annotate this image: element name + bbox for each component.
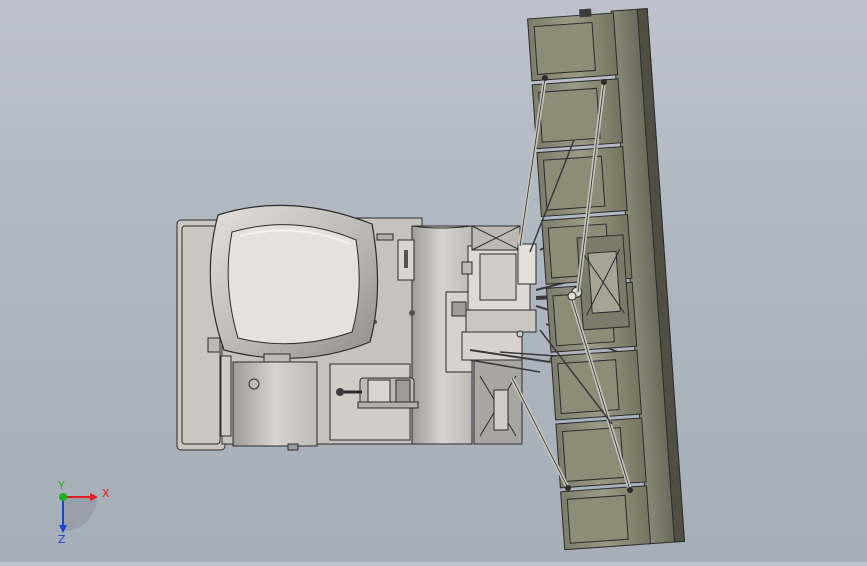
orientation-triad[interactable]: X Y Z: [57, 479, 110, 546]
y-axis-label: Y: [57, 479, 65, 492]
y-axis-marker: [59, 493, 67, 501]
model-drawing: X Y Z: [57, 8, 685, 551]
vehicle-body: [176, 204, 473, 451]
x-axis-label: X: [102, 487, 110, 500]
z-axis-label: Z: [58, 533, 66, 546]
panel-array: [527, 8, 685, 551]
cad-viewport[interactable]: X Y Z: [0, 0, 867, 562]
tank: [207, 204, 379, 363]
